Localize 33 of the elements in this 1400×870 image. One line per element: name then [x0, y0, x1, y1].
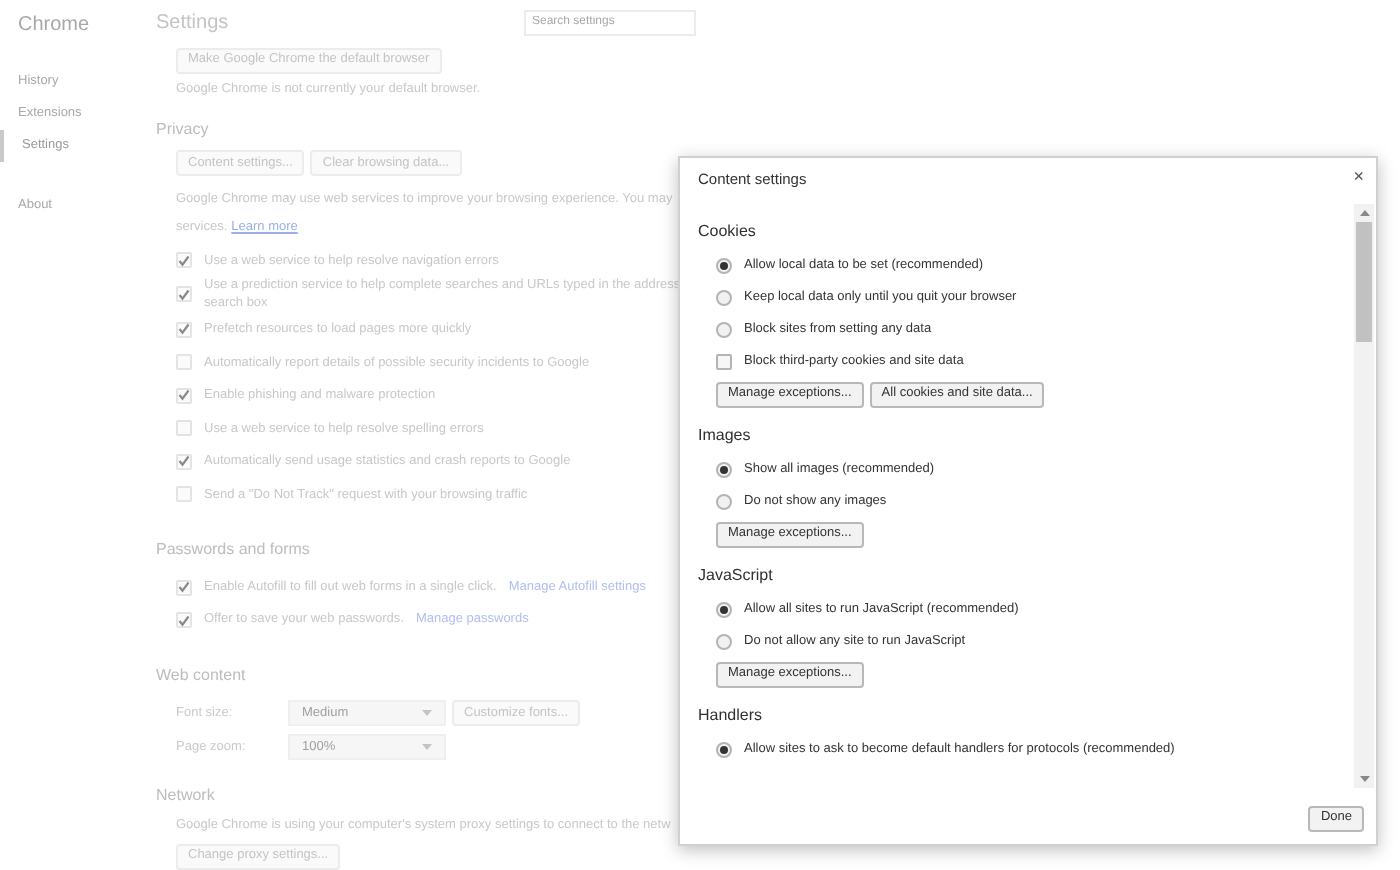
section-heading: JavaScript: [698, 564, 775, 588]
caret-icon: [422, 744, 432, 751]
page-title: Settings: [156, 9, 231, 38]
caret-icon: [422, 710, 432, 717]
checkbox[interactable]: [176, 453, 192, 469]
section-heading: Network: [156, 784, 217, 809]
checkbox[interactable]: [176, 579, 192, 595]
radio-button[interactable]: [716, 290, 732, 306]
radio-button[interactable]: [716, 742, 732, 758]
radio-button[interactable]: [716, 494, 732, 510]
checkbox[interactable]: [176, 387, 192, 403]
section-heading: Cookies: [698, 220, 758, 244]
section-heading: Passwords and forms: [156, 538, 312, 563]
section-heading: Web content: [156, 664, 248, 689]
scroll-up-arrow-icon[interactable]: [1359, 210, 1369, 216]
radio-button[interactable]: [716, 462, 732, 478]
radio-button[interactable]: [716, 258, 732, 274]
radio-button[interactable]: [716, 322, 732, 338]
checkbox[interactable]: [176, 286, 192, 303]
checkbox[interactable]: [716, 354, 732, 370]
radio-button[interactable]: [716, 634, 732, 650]
close-button[interactable]: ×: [1353, 168, 1364, 186]
app-title: Chrome: [16, 12, 92, 40]
checkbox[interactable]: [176, 321, 192, 337]
radio-button[interactable]: [716, 602, 732, 618]
scrollbar[interactable]: [1354, 204, 1374, 788]
scroll-down-arrow-icon[interactable]: [1359, 776, 1369, 782]
checkbox[interactable]: [176, 252, 192, 268]
scrollbar-thumb[interactable]: [1356, 222, 1372, 342]
checkbox[interactable]: [176, 612, 192, 628]
section-heading: Images: [698, 424, 753, 448]
section-heading: Privacy: [156, 118, 211, 143]
section-heading: Handlers: [698, 704, 765, 728]
